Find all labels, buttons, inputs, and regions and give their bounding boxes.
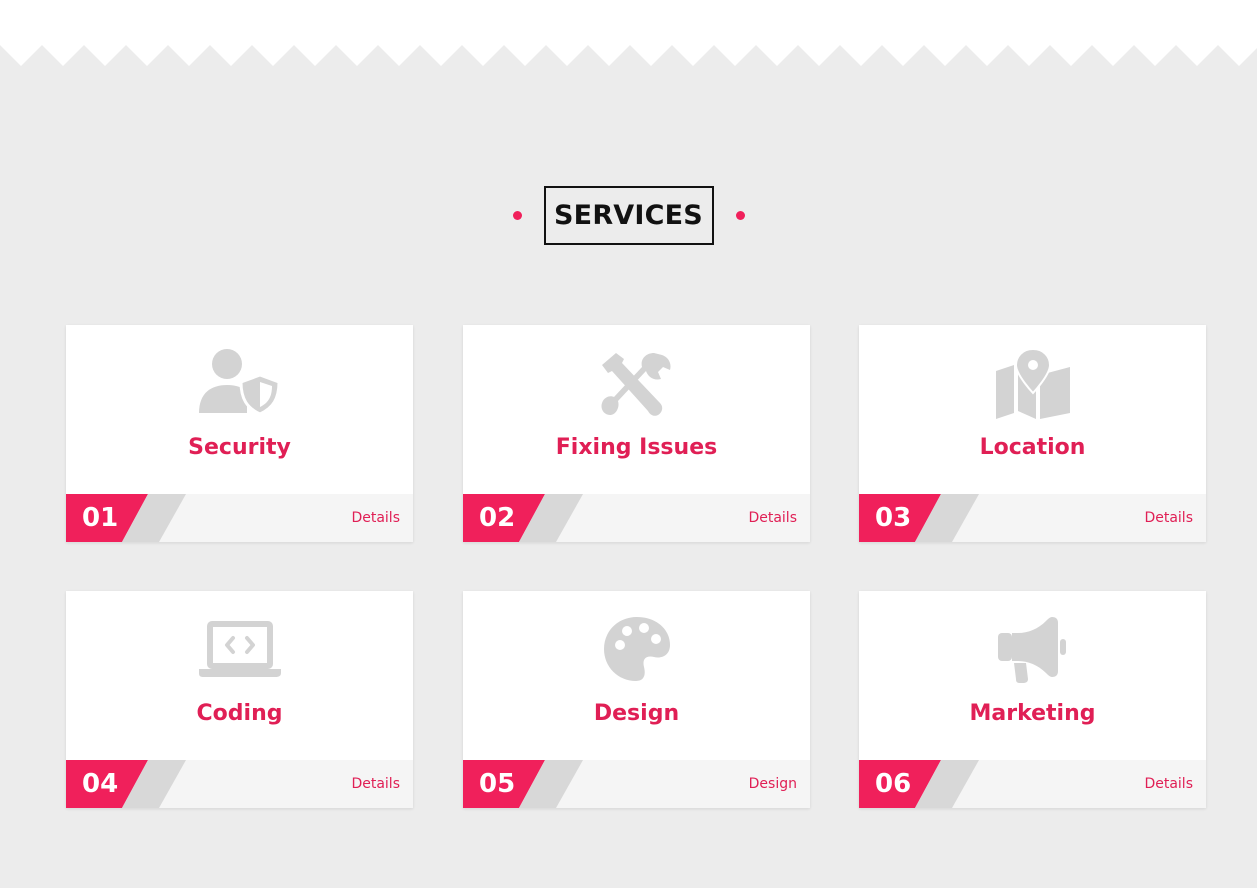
- card-footer: 05 Design: [463, 760, 810, 808]
- right-dot: [735, 211, 745, 220]
- details-link[interactable]: Details: [351, 494, 400, 542]
- card-footer: 06 Details: [859, 760, 1206, 808]
- bullhorn-icon: [859, 615, 1206, 685]
- details-link[interactable]: Design: [749, 760, 797, 808]
- service-card-fixing-issues: Fixing Issues 02 Details: [463, 325, 810, 542]
- service-title: Security: [188, 435, 291, 460]
- laptop-code-icon: [66, 615, 413, 685]
- service-card-location: Location 03 Details: [859, 325, 1206, 542]
- details-link[interactable]: Details: [1144, 760, 1193, 808]
- palette-icon: [463, 615, 810, 685]
- service-title: Coding: [196, 701, 283, 726]
- service-number: 02: [479, 503, 516, 533]
- tools-icon: [463, 349, 810, 419]
- service-number: 04: [82, 769, 119, 799]
- details-link[interactable]: Details: [351, 760, 400, 808]
- service-card-coding: Coding 04 Details: [66, 591, 413, 808]
- user-shield-icon: [66, 349, 413, 419]
- left-dot: [512, 211, 522, 220]
- card-footer: 01 Details: [66, 494, 413, 542]
- service-card-security: Security 01 Details: [66, 325, 413, 542]
- map-location-icon: [859, 349, 1206, 419]
- service-card-marketing: Marketing 06 Details: [859, 591, 1206, 808]
- card-footer: 03 Details: [859, 494, 1206, 542]
- details-link[interactable]: Details: [1144, 494, 1193, 542]
- service-number: 03: [875, 503, 912, 533]
- service-number: 01: [82, 503, 119, 533]
- service-title: Fixing Issues: [555, 435, 718, 460]
- service-number: 06: [875, 769, 912, 799]
- details-link[interactable]: Details: [748, 494, 797, 542]
- service-title: Marketing: [969, 701, 1096, 726]
- service-title: Design: [593, 701, 680, 726]
- section-title: SERVICES: [543, 186, 714, 245]
- card-footer: 04 Details: [66, 760, 413, 808]
- section-header: SERVICES: [0, 186, 1257, 245]
- service-title: Location: [979, 435, 1086, 460]
- zigzag-top-border: [0, 0, 1257, 66]
- card-footer: 02 Details: [463, 494, 810, 542]
- service-number: 05: [479, 769, 516, 799]
- service-card-design: Design 05 Design: [463, 591, 810, 808]
